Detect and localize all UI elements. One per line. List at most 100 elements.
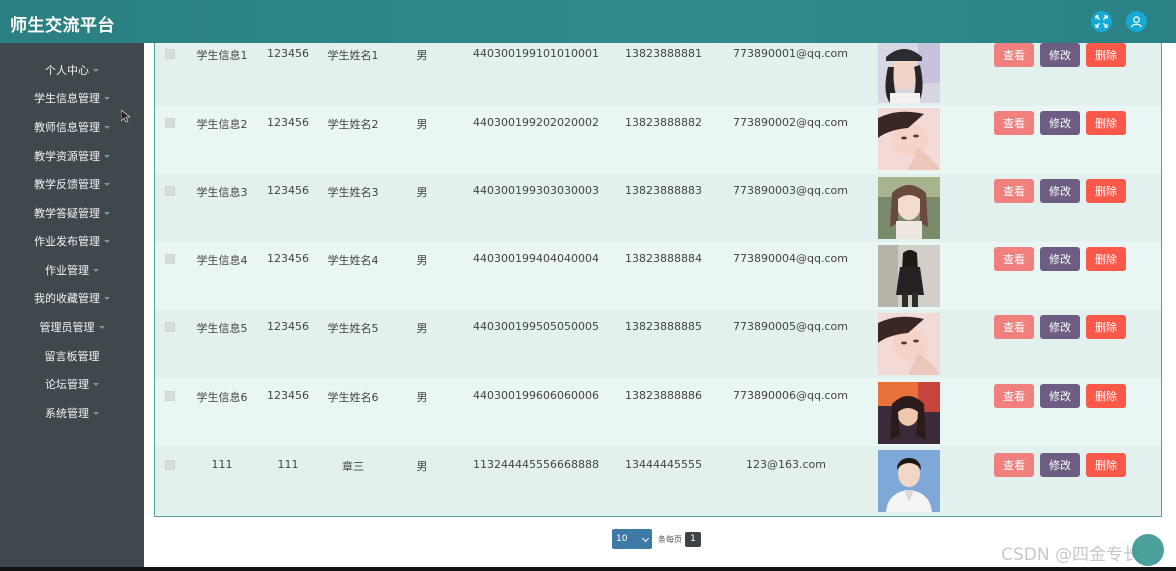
top-bar: 师生交流平台	[0, 0, 1176, 43]
cell-student-name: 学生姓名3	[327, 186, 379, 199]
cell-gender: 男	[416, 254, 428, 267]
cell-email: 773890003@qq.com	[733, 184, 848, 197]
table-row: 学生信息6 123456 学生姓名6 男 440300199606060006 …	[155, 378, 1161, 446]
delete-button[interactable]: 删除	[1086, 247, 1126, 271]
cell-gender: 男	[416, 322, 428, 335]
cell-gender: 男	[416, 118, 428, 131]
page-number-button[interactable]: 1	[685, 531, 701, 547]
view-button[interactable]: 查看	[994, 453, 1034, 477]
sidebar-item-teaching-qa[interactable]: 教学答疑管理	[0, 203, 144, 223]
row-checkbox[interactable]	[165, 391, 175, 401]
table-row: 学生信息5 123456 学生姓名5 男 440300199505050005 …	[155, 310, 1161, 378]
cell-gender: 男	[416, 391, 428, 404]
cell-email: 773890002@qq.com	[733, 116, 848, 129]
sidebar-item-homework[interactable]: 作业管理	[0, 260, 144, 280]
sidebar-item-favorites[interactable]: 我的收藏管理	[0, 288, 144, 308]
view-button[interactable]: 查看	[994, 315, 1034, 339]
cell-id-card: 440300199101010001	[473, 47, 599, 60]
delete-button[interactable]: 删除	[1086, 315, 1126, 339]
sidebar-item-label: 我的收藏管理	[34, 292, 100, 305]
cell-password: 123456	[267, 116, 309, 129]
fullscreen-icon[interactable]	[1091, 11, 1112, 32]
chevron-down-icon	[104, 212, 110, 215]
student-photo	[878, 450, 940, 512]
student-photo	[878, 382, 940, 444]
mouse-cursor-icon	[121, 110, 130, 123]
cell-student-name: 学生姓名5	[327, 322, 379, 335]
page-size-value: 10	[616, 534, 628, 544]
student-photo	[878, 43, 940, 105]
delete-button[interactable]: 删除	[1086, 453, 1126, 477]
sidebar-item-student-info[interactable]: 学生信息管理	[0, 88, 144, 108]
cell-phone: 13823888884	[625, 252, 702, 265]
row-checkbox[interactable]	[165, 322, 175, 332]
cell-student-info: 学生信息2	[196, 118, 248, 131]
table-row: 111 111 章三 男 113244445556668888 13444445…	[155, 446, 1161, 516]
cell-password: 123456	[267, 184, 309, 197]
delete-button[interactable]: 删除	[1086, 179, 1126, 203]
edit-button[interactable]: 修改	[1040, 453, 1080, 477]
edit-button[interactable]: 修改	[1040, 384, 1080, 408]
edit-button[interactable]: 修改	[1040, 315, 1080, 339]
sidebar-item-forum[interactable]: 论坛管理	[0, 374, 144, 394]
app-title: 师生交流平台	[10, 16, 115, 36]
delete-button[interactable]: 删除	[1086, 43, 1126, 67]
view-button[interactable]: 查看	[994, 247, 1034, 271]
sidebar-item-label: 教学反馈管理	[34, 178, 100, 191]
sidebar-item-label: 学生信息管理	[34, 92, 100, 105]
table-row: 学生信息1 123456 学生姓名1 男 440300199101010001 …	[155, 43, 1161, 111]
cell-student-info: 111	[211, 458, 233, 471]
cell-gender: 男	[416, 186, 428, 199]
cell-student-name: 学生姓名6	[327, 391, 379, 404]
cell-phone: 13444445555	[625, 458, 702, 471]
per-page-label: 条每页	[658, 534, 682, 544]
row-checkbox[interactable]	[165, 460, 175, 470]
cell-id-card: 113244445556668888	[473, 458, 599, 471]
sidebar-item-label: 论坛管理	[45, 378, 89, 391]
scroll-top-icon[interactable]	[1132, 534, 1164, 566]
chevron-down-icon	[104, 183, 110, 186]
edit-button[interactable]: 修改	[1040, 179, 1080, 203]
chevron-down-icon	[93, 69, 99, 72]
cell-gender: 男	[416, 460, 428, 473]
delete-button[interactable]: 删除	[1086, 384, 1126, 408]
sidebar-item-system[interactable]: 系统管理	[0, 403, 144, 423]
cell-student-info: 学生信息5	[196, 322, 248, 335]
edit-button[interactable]: 修改	[1040, 247, 1080, 271]
cell-phone: 13823888885	[625, 320, 702, 333]
view-button[interactable]: 查看	[994, 43, 1034, 67]
chevron-down-icon	[104, 97, 110, 100]
cell-email: 773890005@qq.com	[733, 320, 848, 333]
cell-gender: 男	[416, 49, 428, 62]
chevron-down-icon	[104, 240, 110, 243]
cell-student-info: 学生信息4	[196, 254, 248, 267]
chevron-down-icon	[641, 534, 650, 543]
row-checkbox[interactable]	[165, 118, 175, 128]
row-checkbox[interactable]	[165, 254, 175, 264]
sidebar-item-label: 教师信息管理	[34, 121, 100, 134]
student-table: 学生信息1 123456 学生姓名1 男 440300199101010001 …	[154, 43, 1162, 517]
cell-phone: 13823888883	[625, 184, 702, 197]
page-size-select[interactable]: 10	[612, 529, 652, 549]
edit-button[interactable]: 修改	[1040, 111, 1080, 135]
sidebar-item-homework-publish[interactable]: 作业发布管理	[0, 231, 144, 251]
edit-button[interactable]: 修改	[1040, 43, 1080, 67]
sidebar-item-admin[interactable]: 管理员管理	[0, 317, 144, 337]
delete-button[interactable]: 删除	[1086, 111, 1126, 135]
cell-id-card: 440300199404040004	[473, 252, 599, 265]
sidebar-item-teaching-resources[interactable]: 教学资源管理	[0, 146, 144, 166]
row-checkbox[interactable]	[165, 49, 175, 59]
cell-password: 123456	[267, 252, 309, 265]
sidebar-item-teaching-feedback[interactable]: 教学反馈管理	[0, 174, 144, 194]
pagination: 10 条每页 1	[612, 529, 701, 549]
view-button[interactable]: 查看	[994, 111, 1034, 135]
cell-student-name: 学生姓名2	[327, 118, 379, 131]
cell-student-info: 学生信息3	[196, 186, 248, 199]
view-button[interactable]: 查看	[994, 384, 1034, 408]
row-checkbox[interactable]	[165, 186, 175, 196]
sidebar-item-message-board[interactable]: 留言板管理	[0, 346, 144, 366]
view-button[interactable]: 查看	[994, 179, 1034, 203]
sidebar-item-personal-center[interactable]: 个人中心	[0, 60, 144, 80]
table-row: 学生信息2 123456 学生姓名2 男 440300199202020002 …	[155, 106, 1161, 174]
user-icon[interactable]	[1126, 11, 1147, 32]
